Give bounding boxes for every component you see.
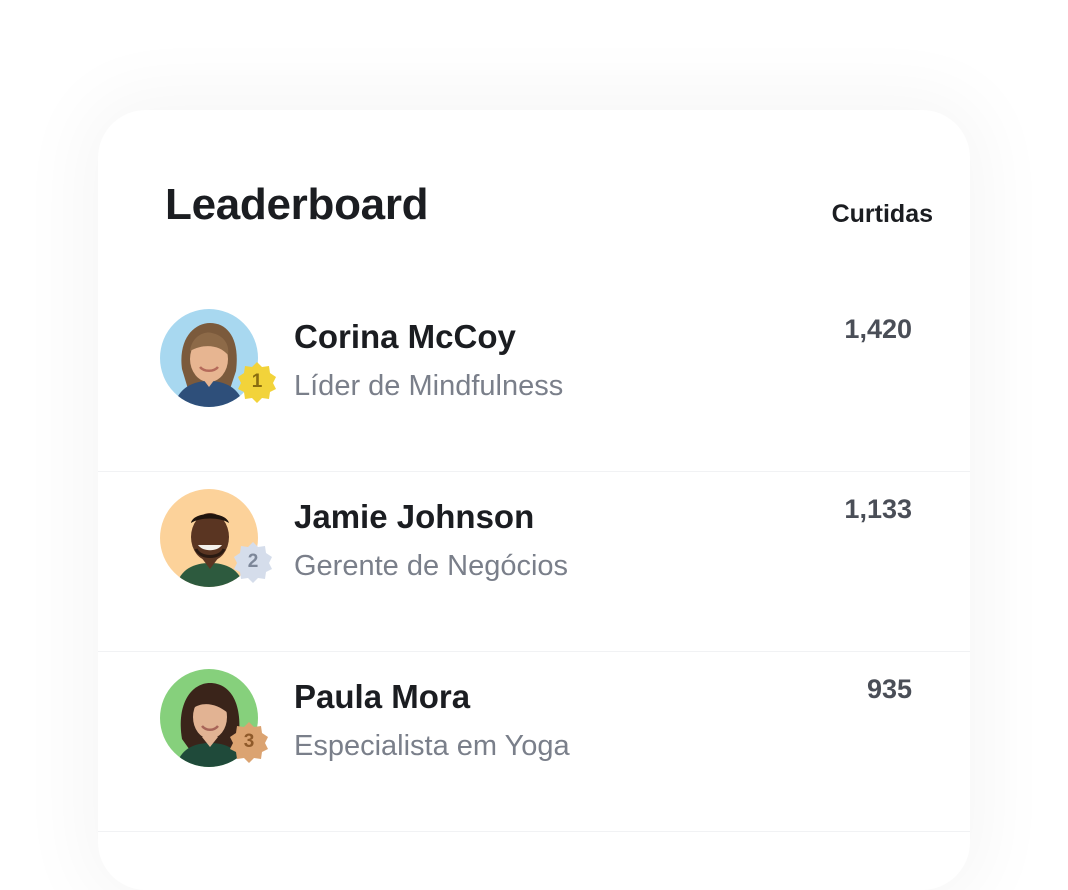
user-role: Gerente de Negócios <box>294 550 569 582</box>
leaderboard-row[interactable]: 2 Jamie Johnson Gerente de Negócios 1,13… <box>98 472 970 652</box>
rank-badge: 2 <box>231 540 275 584</box>
user-role: Especialista em Yoga <box>294 730 570 762</box>
user-role: Líder de Mindfulness <box>294 370 564 402</box>
user-name: Jamie Johnson <box>294 498 535 535</box>
divider <box>98 830 970 832</box>
leaderboard-card: Leaderboard Curtidas 1 Corina McCoy Líde… <box>98 110 970 890</box>
leaderboard-row[interactable]: 3 Paula Mora Especialista em Yoga 935 <box>98 652 970 832</box>
user-name: Corina McCoy <box>294 318 516 355</box>
leaderboard-row[interactable]: 1 Corina McCoy Líder de Mindfulness 1,42… <box>98 292 970 472</box>
user-name: Paula Mora <box>294 678 471 715</box>
likes-count: 935 <box>866 674 912 704</box>
rank-number: 1 <box>251 371 263 392</box>
rank-number: 3 <box>243 731 255 752</box>
rank-badge: 3 <box>227 720 271 764</box>
likes-column-header[interactable]: Curtidas <box>832 200 933 229</box>
likes-count: 1,420 <box>844 314 912 344</box>
rank-number: 2 <box>247 551 259 572</box>
leaderboard-title: Leaderboard <box>165 180 429 229</box>
likes-count: 1,133 <box>844 494 912 524</box>
rank-badge: 1 <box>235 360 279 404</box>
